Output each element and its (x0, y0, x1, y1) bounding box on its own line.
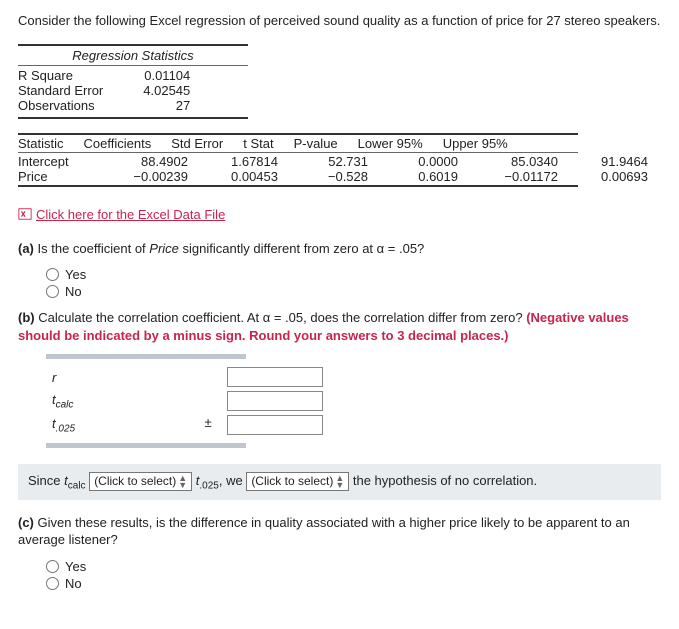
col-header: Lower 95% (348, 136, 433, 151)
intro-text: Consider the following Excel regression … (18, 12, 661, 30)
r-input[interactable] (227, 367, 323, 387)
q-text: significantly different from zero at α =… (179, 241, 424, 256)
conclusion-box: Since tcalc (Click to select)▲▼ t.025, w… (18, 464, 661, 500)
question-c-options: Yes No (46, 559, 661, 591)
option-label: Yes (65, 559, 86, 574)
stat-label: Standard Error (18, 83, 113, 98)
divider (18, 44, 248, 46)
row-label: Intercept (18, 154, 98, 169)
excel-data-link[interactable]: Click here for the Excel Data File (18, 207, 225, 222)
t025-input[interactable] (227, 415, 323, 435)
cell: −0.01172 (468, 169, 568, 184)
since-sub: calc (68, 481, 86, 492)
q-label: (b) (18, 310, 35, 325)
col-header: Coefficients (74, 136, 162, 151)
table-row: t.025 ± (46, 413, 329, 437)
stat-label: R Square (18, 68, 113, 83)
q-ital: Price (149, 241, 179, 256)
col-header: Std Error (161, 136, 233, 151)
cell: 0.0000 (378, 154, 468, 169)
col-header: P-value (284, 136, 348, 151)
question-c: (c) Given these results, is the differen… (18, 514, 661, 549)
cell: 91.9464 (568, 154, 658, 169)
question-a: (a) Is the coefficient of Price signific… (18, 240, 661, 258)
cell: 0.6019 (378, 169, 468, 184)
coefficients-table: Statistic Coefficients Std Error t Stat … (18, 136, 518, 151)
comparison-select[interactable]: (Click to select)▲▼ (89, 472, 192, 491)
table-row: Price −0.00239 0.00453 −0.528 0.6019 −0.… (18, 169, 658, 184)
radio-no[interactable] (46, 577, 59, 590)
table-row: Intercept 88.4902 1.67814 52.731 0.0000 … (18, 154, 658, 169)
coefficients-body: Intercept 88.4902 1.67814 52.731 0.0000 … (18, 154, 658, 184)
since-sub2: .025 (199, 481, 218, 492)
q-text: Calculate the correlation coefficient. A… (38, 310, 526, 325)
q-text: Given these results, is the difference i… (18, 515, 630, 548)
answer-table: r tcalc t.025 ± (46, 365, 329, 437)
table-row: r (46, 365, 329, 389)
col-header: Statistic (18, 136, 74, 151)
since-text: Since (28, 473, 64, 488)
decision-select[interactable]: (Click to select)▲▼ (246, 472, 349, 491)
col-header: Upper 95% (433, 136, 518, 151)
updown-icon: ▲▼ (335, 475, 344, 489)
stat-label: Observations (18, 98, 113, 113)
table-row: Standard Error4.02545 (18, 83, 200, 98)
stat-value: 4.02545 (113, 83, 200, 98)
table-row: tcalc (46, 389, 329, 413)
stat-value: 27 (113, 98, 200, 113)
cell: 0.00453 (198, 169, 288, 184)
link-text: Click here for the Excel Data File (36, 207, 225, 222)
cell: −0.528 (288, 169, 378, 184)
cell: 85.0340 (468, 154, 568, 169)
radio-no[interactable] (46, 285, 59, 298)
radio-yes[interactable] (46, 268, 59, 281)
answer-divider (46, 443, 246, 448)
answer-divider (46, 354, 246, 359)
q-label: (a) (18, 241, 34, 256)
cell: 88.4902 (98, 154, 198, 169)
question-a-options: Yes No (46, 267, 661, 299)
divider (18, 185, 578, 187)
option-label: No (65, 284, 82, 299)
tcalc-input[interactable] (227, 391, 323, 411)
col-header: t Stat (233, 136, 283, 151)
divider (18, 65, 248, 66)
radio-yes[interactable] (46, 560, 59, 573)
q-label: (c) (18, 515, 34, 530)
question-b: (b) Calculate the correlation coefficien… (18, 309, 661, 344)
table-row: Observations27 (18, 98, 200, 113)
cell: −0.00239 (98, 169, 198, 184)
divider (18, 117, 248, 119)
table-header-row: Statistic Coefficients Std Error t Stat … (18, 136, 518, 151)
option-label: Yes (65, 267, 86, 282)
row-label: Price (18, 169, 98, 184)
divider (18, 133, 578, 135)
since-text: the hypothesis of no correlation. (353, 473, 537, 488)
regression-stats-table: R Square0.01104 Standard Error4.02545 Ob… (18, 68, 200, 113)
q-text: Is the coefficient of (38, 241, 150, 256)
ans-label-t025: t.025 (46, 413, 195, 437)
stat-value: 0.01104 (113, 68, 200, 83)
divider (18, 152, 578, 153)
excel-icon (18, 207, 32, 221)
cell: 0.00693 (568, 169, 658, 184)
ans-label-tcalc: tcalc (46, 389, 195, 413)
stats-header: Regression Statistics (18, 48, 248, 63)
option-label: No (65, 576, 82, 591)
ans-label-r: r (46, 365, 195, 389)
updown-icon: ▲▼ (178, 475, 187, 489)
table-row: R Square0.01104 (18, 68, 200, 83)
cell: 1.67814 (198, 154, 288, 169)
cell: 52.731 (288, 154, 378, 169)
since-text: , we (219, 473, 246, 488)
plus-minus: ± (195, 413, 221, 432)
